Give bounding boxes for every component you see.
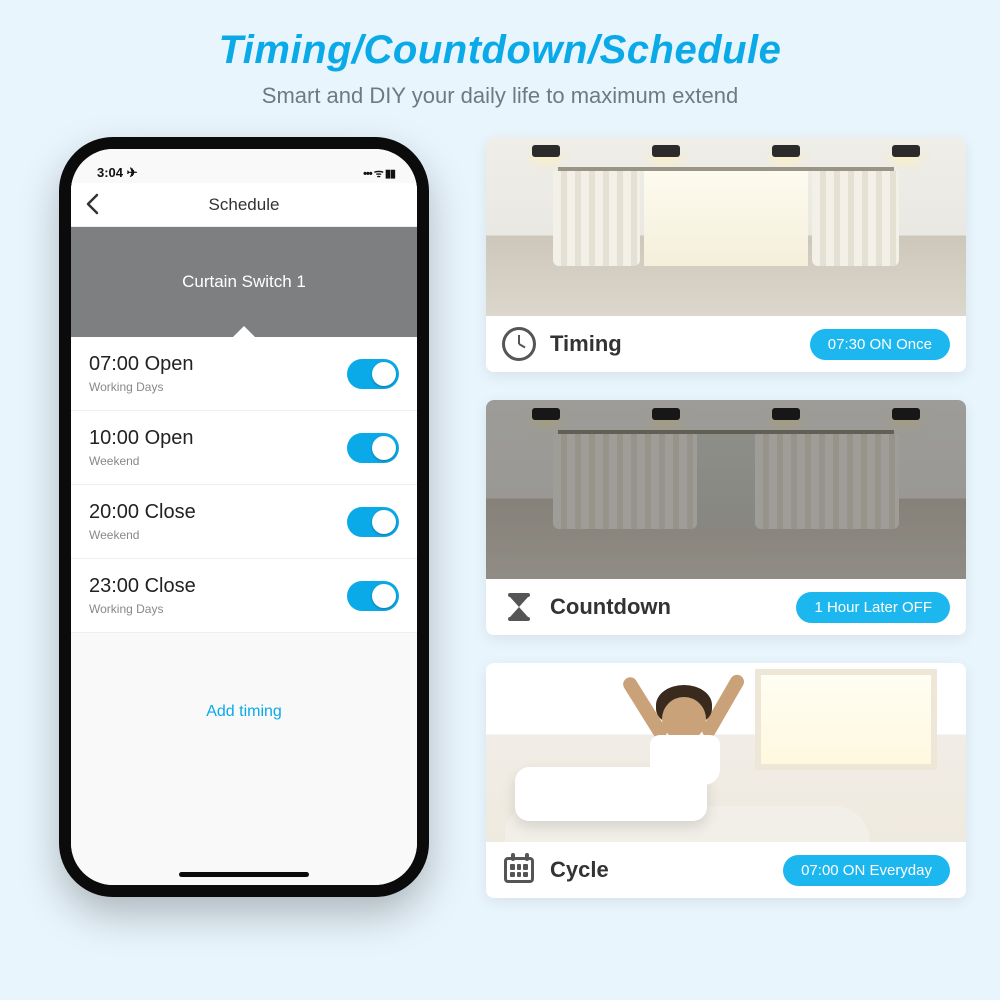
schedule-toggle[interactable]	[347, 359, 399, 389]
card-image	[486, 400, 966, 579]
schedule-row[interactable]: 20:00 Close Weekend	[71, 485, 417, 559]
schedule-time: 23:00 Close	[89, 575, 196, 598]
schedule-row[interactable]: 23:00 Close Working Days	[71, 559, 417, 633]
app-header: Schedule	[71, 183, 417, 227]
marketing-header: Timing/Countdown/Schedule Smart and DIY …	[0, 0, 1000, 109]
device-banner: Curtain Switch 1	[71, 227, 417, 337]
clock-icon	[502, 327, 536, 361]
schedule-days: Working Days	[89, 380, 194, 394]
schedule-toggle[interactable]	[347, 433, 399, 463]
feature-card-timing: Timing 07:30 ON Once	[486, 137, 966, 372]
card-label: Countdown	[550, 594, 671, 620]
device-name: Curtain Switch 1	[182, 272, 306, 292]
phone-mockup: 3:04 ✈ ••• ᯤ ▮▮ Schedule Curtain Switch …	[59, 137, 429, 897]
schedule-time: 07:00 Open	[89, 353, 194, 376]
status-bar: 3:04 ✈ ••• ᯤ ▮▮	[71, 149, 417, 183]
schedule-toggle[interactable]	[347, 581, 399, 611]
card-label: Timing	[550, 331, 622, 357]
schedule-days: Working Days	[89, 602, 196, 616]
schedule-time: 20:00 Close	[89, 501, 196, 524]
home-indicator[interactable]	[179, 872, 309, 877]
schedule-days: Weekend	[89, 528, 196, 542]
app-header-title: Schedule	[209, 195, 280, 215]
card-pill: 07:30 ON Once	[810, 329, 950, 360]
back-icon[interactable]	[85, 193, 99, 220]
feature-card-countdown: Countdown 1 Hour Later OFF	[486, 400, 966, 635]
feature-card-cycle: Cycle 07:00 ON Everyday	[486, 663, 966, 898]
calendar-icon	[502, 853, 536, 887]
add-timing-button[interactable]: Add timing	[71, 633, 417, 741]
schedule-time: 10:00 Open	[89, 427, 194, 450]
schedule-list: 07:00 Open Working Days 10:00 Open Weeke…	[71, 337, 417, 633]
status-time: 3:04 ✈	[97, 165, 138, 181]
hourglass-icon	[502, 590, 536, 624]
status-indicators: ••• ᯤ ▮▮	[363, 166, 395, 181]
schedule-toggle[interactable]	[347, 507, 399, 537]
card-label: Cycle	[550, 857, 609, 883]
phone-screen: 3:04 ✈ ••• ᯤ ▮▮ Schedule Curtain Switch …	[71, 149, 417, 885]
schedule-row[interactable]: 07:00 Open Working Days	[71, 337, 417, 411]
card-pill: 1 Hour Later OFF	[796, 592, 950, 623]
page-title: Timing/Countdown/Schedule	[0, 28, 1000, 73]
card-image	[486, 137, 966, 316]
page-subtitle: Smart and DIY your daily life to maximum…	[0, 83, 1000, 109]
schedule-days: Weekend	[89, 454, 194, 468]
schedule-row[interactable]: 10:00 Open Weekend	[71, 411, 417, 485]
card-pill: 07:00 ON Everyday	[783, 855, 950, 886]
card-image	[486, 663, 966, 842]
